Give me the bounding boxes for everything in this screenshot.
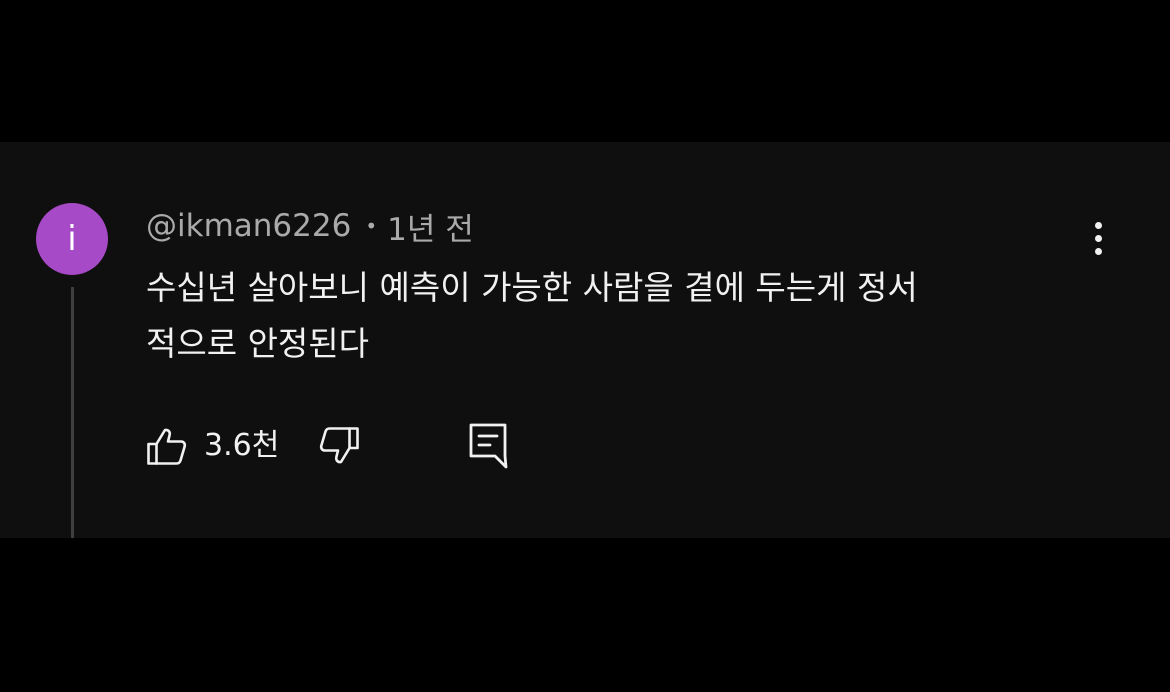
thumbs-down-icon [319,427,359,464]
thumbs-up-icon [147,428,187,465]
comment-text: 수십년 살아보니 예측이 가능한 사람을 곁에 두는게 정서 적으로 안정된다 [146,260,1086,372]
comment-actions: 3.6천 [146,422,546,470]
author-handle[interactable]: @ikman6226 [146,208,351,244]
reply-button[interactable] [468,422,510,470]
more-vertical-icon [1094,221,1102,255]
more-options-button[interactable] [1078,218,1118,258]
like-count: 3.6천 [204,428,280,463]
like-button[interactable] [146,425,188,467]
comment-timestamp[interactable]: 1년 전 [387,204,474,249]
comment-header: @ikman6226 • 1년 전 [146,204,474,248]
thread-line [71,287,74,538]
avatar-letter: i [67,219,77,259]
avatar[interactable]: i [36,203,108,275]
dislike-button[interactable] [318,425,360,467]
reply-comment-icon [469,423,508,469]
screenshot-frame: i @ikman6226 • 1년 전 수십년 살아보니 예측이 가능한 사람을… [0,0,1170,692]
comment-text-line-1: 수십년 살아보니 예측이 가능한 사람을 곁에 두는게 정서 [146,268,918,307]
meta-separator: • [365,214,378,238]
comment-card: i @ikman6226 • 1년 전 수십년 살아보니 예측이 가능한 사람을… [0,142,1170,538]
comment-text-line-2: 적으로 안정된다 [146,324,370,363]
